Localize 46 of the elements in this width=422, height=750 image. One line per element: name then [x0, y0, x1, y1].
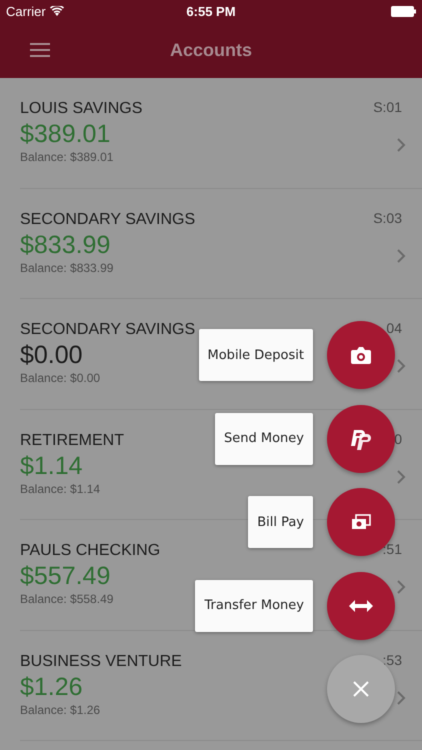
- action-label[interactable]: Mobile Deposit: [198, 329, 313, 381]
- account-code: 04: [386, 320, 402, 336]
- screen-title: Accounts: [170, 40, 252, 60]
- account-amount: $389.01: [20, 119, 110, 149]
- account-code: :51: [382, 541, 402, 557]
- camera-icon: [351, 346, 371, 364]
- carrier-name: Carrier: [6, 4, 46, 18]
- paypal-icon: [350, 428, 372, 450]
- chevron-icon[interactable]: [397, 470, 406, 484]
- chevron-icon[interactable]: [397, 248, 406, 262]
- chevron-icon[interactable]: [397, 690, 406, 704]
- account-balance: Balance: $558.49: [20, 591, 114, 607]
- action-label[interactable]: Transfer Money: [195, 580, 313, 632]
- menu-icon[interactable]: [30, 42, 50, 58]
- account-amount: $833.99: [20, 230, 110, 260]
- account-code: S:01: [373, 99, 402, 115]
- account-amount: $1.26: [20, 672, 83, 702]
- action-button[interactable]: [327, 572, 395, 640]
- account-amount: $1.14: [20, 450, 83, 480]
- account-balance: Balance: $0.00: [20, 370, 100, 386]
- action-button[interactable]: [327, 404, 395, 472]
- chevron-icon[interactable]: [397, 580, 406, 594]
- close-icon: [353, 681, 369, 697]
- bills-icon: [351, 514, 371, 530]
- chevron-icon[interactable]: [397, 138, 406, 152]
- action-label[interactable]: Send Money: [215, 412, 313, 464]
- account-balance: Balance: $1.26: [20, 702, 100, 718]
- account-balance: Balance: $833.99: [20, 260, 114, 276]
- account-name: SECONDARY SAVINGS: [20, 320, 196, 340]
- chevron-icon[interactable]: [397, 359, 406, 373]
- account-code: :53: [382, 652, 402, 668]
- battery-icon: [391, 6, 416, 16]
- account-balance: Balance: $1.14: [20, 480, 100, 496]
- clock-time: 6:55 PM: [186, 4, 236, 18]
- account-name: SECONDARY SAVINGS: [20, 210, 196, 230]
- wifi-icon: [50, 6, 64, 16]
- account-name: PAULS CHECKING: [20, 541, 160, 561]
- account-name: BUSINESS VENTURE: [20, 652, 182, 672]
- account-name: LOUIS SAVINGS: [20, 99, 142, 119]
- account-balance: Balance: $389.01: [20, 149, 114, 165]
- account-amount: $0.00: [20, 340, 83, 370]
- account-name: RETIREMENT: [20, 430, 124, 450]
- double-arrow-icon: [349, 600, 373, 612]
- account-amount: $557.49: [20, 561, 110, 591]
- action-label[interactable]: Bill Pay: [248, 496, 313, 548]
- account-code: S:03: [373, 210, 402, 226]
